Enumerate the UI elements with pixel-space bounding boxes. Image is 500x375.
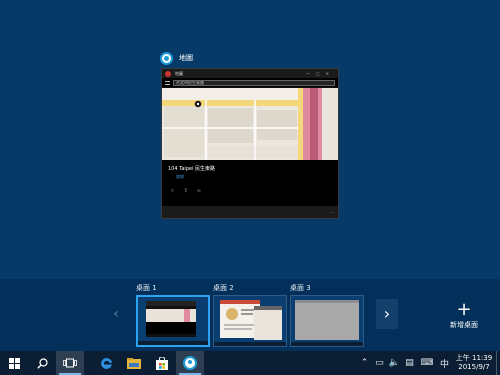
clock[interactable]: 上午 11:39 2015/9/7	[452, 354, 496, 372]
thumb-titlebar: 地圖 —▢✕	[162, 69, 338, 78]
scroll-left-arrow-icon[interactable]: ‹	[110, 303, 122, 325]
task-view-button[interactable]	[56, 351, 84, 375]
desktop-2[interactable]: 桌面 2	[213, 283, 287, 347]
file-explorer-button[interactable]	[120, 351, 148, 375]
hamburger-icon	[165, 80, 170, 85]
map-area	[162, 88, 338, 160]
system-tray: ⌃ ▭ 🔈 ▤ ⌨ 中 上午 11:39 2015/9/7	[357, 351, 500, 375]
keyboard-icon[interactable]: ⌨	[417, 351, 437, 375]
window-thumbnail[interactable]: 地圖 —▢✕ 台北市民生東路 104 Taipei 民生東路 路線 ☆ ⇧ ∞ …	[161, 68, 339, 219]
windows-logo-icon	[8, 357, 20, 369]
taskbar: ⌃ ▭ 🔈 ▤ ⌨ 中 上午 11:39 2015/9/7	[0, 351, 500, 375]
battery-icon[interactable]: ▭	[372, 351, 387, 375]
window-title-label: 地圖	[179, 54, 193, 62]
show-desktop-button[interactable]	[496, 351, 500, 375]
desktop-3-label: 桌面 3	[290, 284, 311, 292]
store-button[interactable]	[148, 351, 176, 375]
volume-icon[interactable]: 🔈	[387, 351, 402, 375]
edge-icon	[100, 357, 112, 369]
window-controls-icon: —▢✕	[305, 71, 335, 76]
notification-icon[interactable]: ▤	[402, 351, 417, 375]
window-preview-maps[interactable]: 地圖 地圖 —▢✕ 台北市民生東路 104 Taipei 民生東路 路線 ☆ ⇧…	[160, 51, 340, 219]
desktop-2-label: 桌面 2	[213, 284, 234, 292]
store-icon	[156, 356, 168, 370]
window-preview-title: 地圖	[160, 51, 193, 65]
directions-link: 路線	[176, 174, 184, 179]
desktop-3-preview	[291, 296, 363, 346]
search-button[interactable]	[28, 351, 56, 375]
map-graphic	[162, 88, 338, 160]
desktop-1-label: 桌面 1	[136, 284, 157, 292]
share-icon: ⇧	[183, 188, 188, 194]
back-icon	[165, 70, 171, 77]
location-info-panel: 104 Taipei 民生東路 路線 ☆ ⇧ ∞	[162, 160, 338, 208]
clock-date: 2015/9/7	[458, 363, 490, 371]
desktop-2-thumbnail[interactable]	[213, 295, 287, 347]
new-desktop-button[interactable]: + 新增桌面	[440, 299, 488, 330]
chevron-up-icon[interactable]: ⌃	[357, 351, 372, 375]
ellipsis-icon: ···	[330, 210, 334, 215]
thumb-search-row: 台北市民生東路	[162, 78, 338, 87]
desktop-1-preview	[138, 297, 208, 345]
star-icon: ☆	[170, 188, 175, 194]
thumb-search-box: 台北市民生東路	[173, 79, 335, 86]
address-text: 104 Taipei 民生東路	[168, 166, 216, 172]
edge-button[interactable]	[92, 351, 120, 375]
desktop-1-thumbnail[interactable]	[136, 295, 210, 347]
desktop-1[interactable]: 桌面 1	[136, 283, 210, 347]
more-icon: ∞	[196, 188, 201, 194]
desktop-3-thumbnail[interactable]	[290, 295, 364, 347]
action-icons: ☆ ⇧ ∞	[170, 188, 334, 194]
maps-icon	[160, 51, 173, 65]
start-button[interactable]	[0, 351, 28, 375]
clock-time: 上午 11:39	[455, 354, 493, 362]
thumb-app-title: 地圖	[175, 70, 183, 76]
ime-indicator[interactable]: 中	[437, 351, 452, 375]
desktop-3[interactable]: 桌面 3	[290, 283, 364, 347]
scroll-right-arrow-icon[interactable]: ›	[376, 299, 398, 329]
new-desktop-label: 新增桌面	[450, 321, 478, 329]
task-view-icon	[63, 358, 77, 368]
plus-icon: +	[456, 299, 472, 320]
file-explorer-icon	[127, 357, 141, 369]
maps-taskbar-button[interactable]	[176, 351, 204, 375]
desktop-2-preview	[214, 296, 286, 346]
thumb-bottom-bar: ···	[162, 206, 338, 218]
search-icon	[36, 357, 48, 369]
maps-icon	[183, 356, 197, 370]
